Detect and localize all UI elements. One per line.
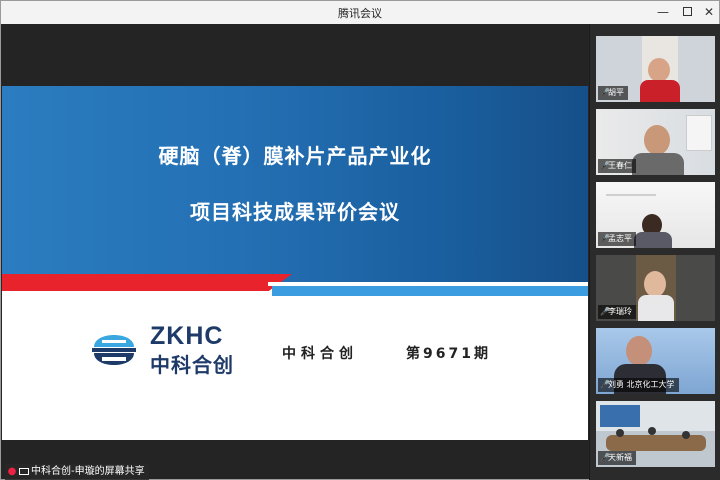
participant-name-tag: 🎤胡平 — [598, 86, 628, 100]
slide-title-line-1: 硬脑（脊）膜补片产品产业化 — [158, 144, 432, 168]
presentation-slide: 硬脑（脊）膜补片产品产业化 项目科技成果评价会议 ZKHC 中科合创 中科合创 … — [2, 86, 588, 440]
meeting-window: 腾讯会议 — ✕ 硬脑（脊）膜补片产品产业化 项目科技成果评价会议 ZKHC 中… — [0, 0, 720, 480]
participant-name: 胡平 — [608, 88, 624, 97]
window-shape — [686, 115, 712, 151]
maximize-icon — [682, 7, 692, 16]
participant-name: 王春仁 — [608, 161, 632, 170]
mic-icon: 🎤 — [600, 88, 610, 97]
logo-text-en: ZKHC — [150, 322, 224, 350]
shirt-shape — [640, 80, 680, 102]
participant-name: 李瑞玲 — [608, 307, 632, 316]
person-shape — [648, 427, 656, 435]
mic-icon: 🎤 — [600, 380, 610, 389]
issue-number: 第9671期 — [406, 346, 491, 362]
video-tile[interactable]: 🎤胡平 — [596, 36, 715, 102]
mic-off-icon: 🎤 — [600, 307, 610, 316]
screen-share-area: 硬脑（脊）膜补片产品产业化 项目科技成果评价会议 ZKHC 中科合创 中科合创 … — [2, 24, 588, 479]
table-shape — [606, 435, 706, 451]
face-shape — [626, 336, 652, 366]
shirt-shape — [634, 232, 672, 248]
participant-name: 天新福 — [608, 453, 632, 462]
participant-name: 刘勇 北京化工大学 — [608, 380, 675, 389]
participant-name: 孟志平 — [608, 234, 632, 243]
participant-name-tag: 🎤刘勇 北京化工大学 — [598, 378, 679, 392]
video-tile[interactable]: 🎤李瑞玲 — [596, 255, 715, 321]
logo-text-cn: 中科合创 — [150, 353, 234, 377]
face-shape — [644, 125, 670, 155]
window-title: 腾讯会议 — [338, 7, 382, 20]
mic-off-icon: ● — [7, 466, 17, 477]
face-shape — [644, 271, 666, 297]
minimize-button[interactable]: — — [655, 4, 671, 20]
organizer-label: 中科合创 — [282, 346, 358, 362]
participant-name-tag: 🎤天新福 — [598, 451, 636, 465]
slide-title-line-2: 项目科技成果评价会议 — [190, 200, 400, 224]
person-shape — [682, 431, 690, 439]
shirt-shape — [632, 153, 684, 175]
slide-header-band — [2, 86, 588, 282]
face-shape — [648, 58, 670, 82]
screen-share-label: ● 中科合创-申璇的屏幕共享 — [5, 464, 149, 480]
participant-name-tag: 🎤孟志平 — [598, 232, 636, 246]
video-tile[interactable]: 🎤刘勇 北京化工大学 — [596, 328, 715, 394]
screen-shape — [600, 405, 640, 427]
screen-share-icon — [19, 467, 29, 475]
sharer-name: 中科合创-申璇的屏幕共享 — [31, 466, 145, 477]
person-shape — [616, 429, 624, 437]
participant-name-tag: 🎤王春仁 — [598, 159, 636, 173]
zkhc-logo-icon — [92, 335, 136, 365]
video-tile[interactable]: 🎤王春仁 — [596, 109, 715, 175]
mic-off-icon: 🎤 — [600, 161, 610, 170]
mic-off-icon: 🎤 — [600, 453, 610, 462]
shirt-shape — [638, 295, 674, 321]
blue-stripe — [272, 286, 588, 296]
title-bar[interactable]: 腾讯会议 — ✕ — [1, 1, 719, 24]
video-tile[interactable]: 🎤天新福 — [596, 401, 715, 467]
participant-panel: 🎤胡平 🎤王春仁 🎤孟志平 🎤李瑞玲 🎤刘勇 北京化工大学 🎤天新福 — [589, 24, 720, 480]
red-stripe — [2, 274, 292, 291]
maximize-button[interactable] — [679, 4, 695, 20]
close-button[interactable]: ✕ — [701, 4, 717, 20]
mic-off-icon: 🎤 — [600, 234, 610, 243]
participant-name-tag: 🎤李瑞玲 — [598, 305, 636, 319]
lamp-shape — [606, 186, 656, 196]
video-tile[interactable]: 🎤孟志平 — [596, 182, 715, 248]
